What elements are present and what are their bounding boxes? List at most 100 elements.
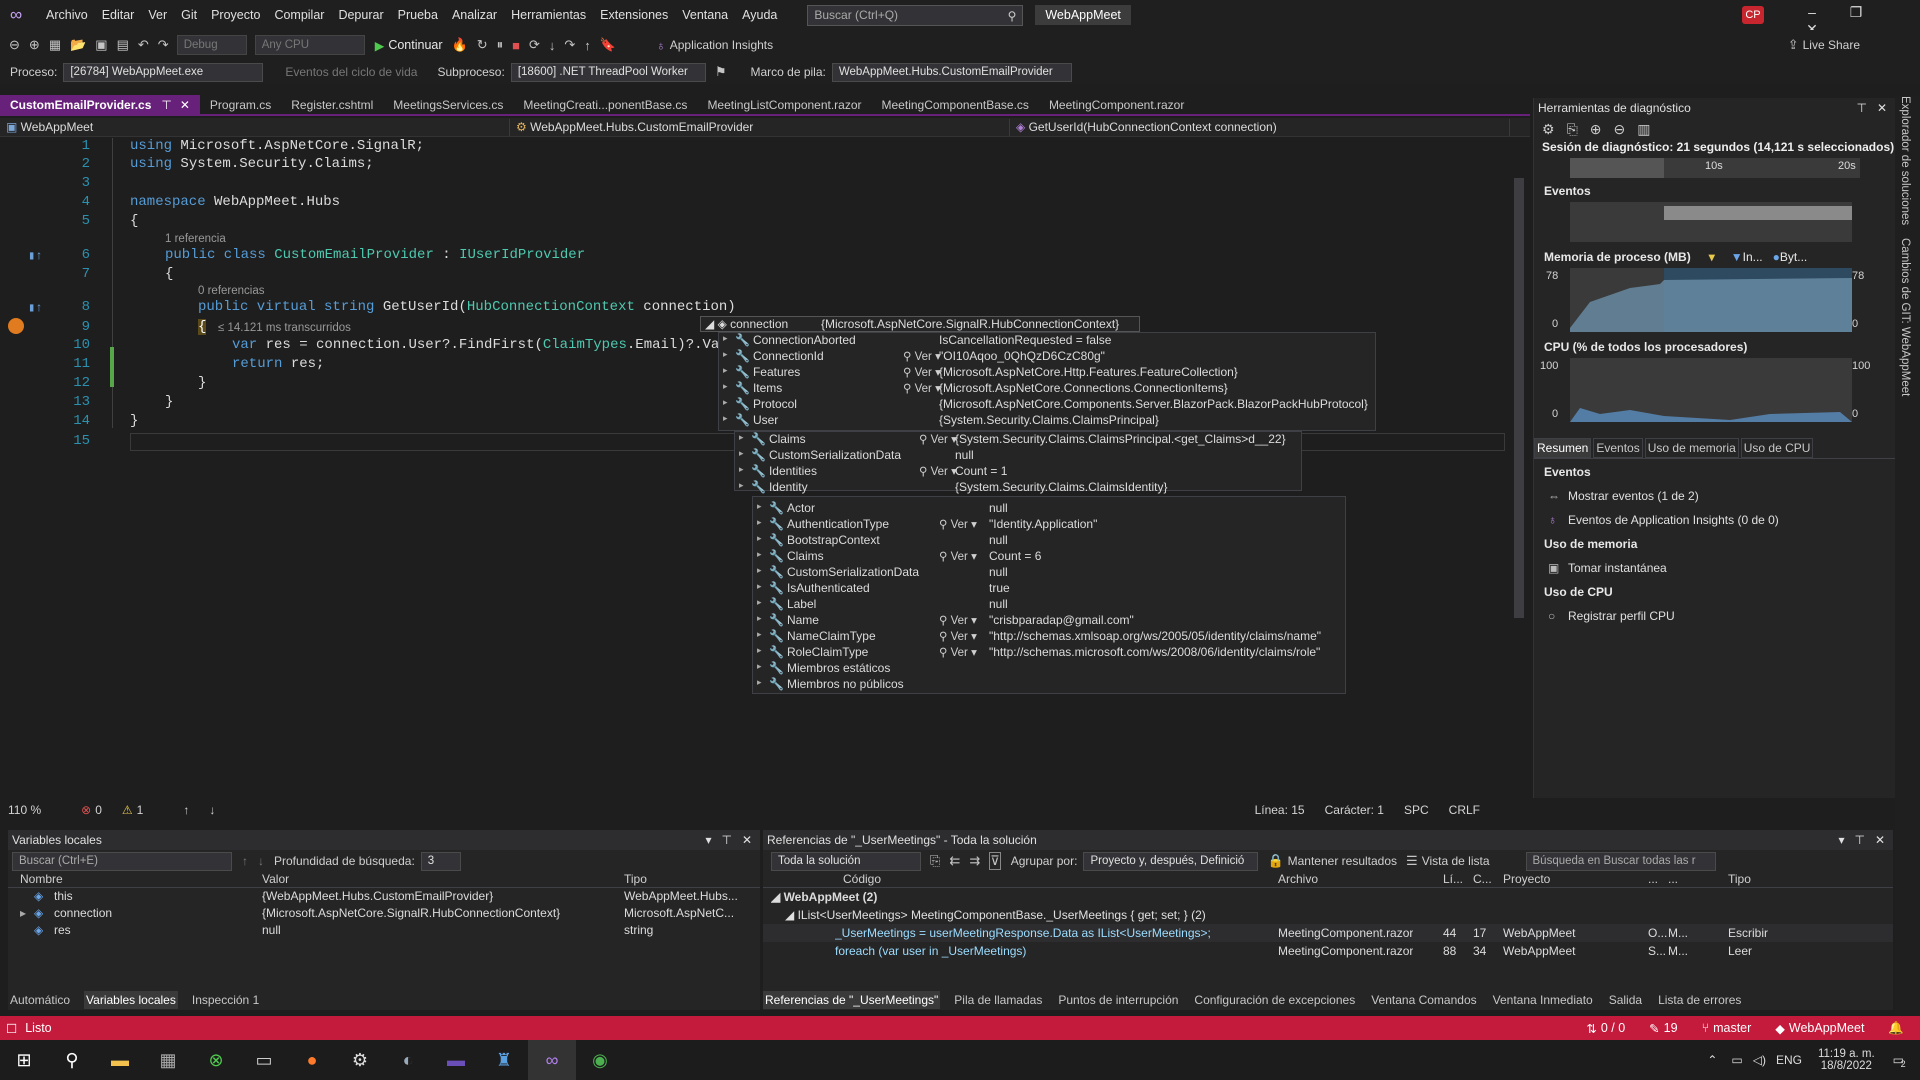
datatip-row[interactable]: ▸ 🔧 Name ⚲ Ver ▾ "crisbparadap@gmail.com" [753, 613, 1345, 629]
view-button[interactable]: ⚲ Ver ▾ [939, 645, 977, 659]
visual-studio-icon[interactable]: ∞ [528, 1040, 576, 1080]
document-tab[interactable]: Register.cshtml [281, 95, 383, 115]
take-snapshot-link[interactable]: ▣ Tomar instantánea [1534, 561, 1895, 575]
datatip-row[interactable]: ▸ 🔧 NameClaimType ⚲ Ver ▾ "http://schemas.xm… [753, 629, 1345, 645]
view-button[interactable]: ⚲ Ver ▾ [939, 613, 977, 627]
app-icon[interactable]: ▬ [432, 1040, 480, 1080]
app-icon[interactable]: ◐ [384, 1040, 432, 1080]
view-button[interactable]: ⚲ Ver ▾ [939, 517, 977, 531]
locals-search-input[interactable]: Buscar (Ctrl+E) [12, 851, 232, 871]
error-count[interactable]: 0 [95, 803, 102, 817]
group-by-dropdown[interactable]: Proyecto y, después, Definició [1083, 851, 1259, 871]
datatip-row[interactable]: ▸ 🔧 RoleClaimType ⚲ Ver ▾ "http://schemas.mi… [753, 645, 1345, 661]
datatip-row[interactable]: ▸ 🔧 Protocol {Microsoft.AspNetCore.Componen… [719, 397, 1375, 413]
pin-icon[interactable]: ⊤ [161, 98, 171, 112]
view-button[interactable]: ⚲ Ver ▾ [903, 349, 941, 363]
lifecycle-events-button[interactable]: Eventos del ciclo de vida [285, 65, 417, 79]
save-icon[interactable]: ▣ [95, 37, 107, 53]
search-icon[interactable]: ⚲ [48, 1040, 96, 1080]
type-dropdown[interactable]: ⚙ WebAppMeet.Hubs.CustomEmailProvider [510, 118, 1010, 136]
close-icon[interactable]: ✕ [742, 830, 752, 850]
codelens-icon[interactable]: ▮↑ [28, 300, 42, 315]
bottom-tab[interactable]: Lista de errores [1656, 991, 1743, 1009]
edit-count[interactable]: 19 [1664, 1021, 1678, 1035]
expand-icon[interactable]: ▸ [757, 645, 762, 656]
next-location-icon[interactable]: ⇉ [969, 853, 980, 869]
bottom-tab[interactable]: Ventana Inmediato [1491, 991, 1595, 1009]
pin-icon[interactable]: ⊤ [1854, 830, 1864, 850]
refresh-icon[interactable]: ↻ [477, 37, 488, 53]
terminal-icon[interactable]: ▭ [240, 1040, 288, 1080]
datatip-row[interactable]: ▸ 🔧 User {System.Security.Claims.ClaimsPrin… [719, 413, 1375, 429]
start-icon[interactable]: ⊞ [0, 1040, 48, 1080]
menu-item-analizar[interactable]: Analizar [452, 8, 497, 22]
settings-icon[interactable]: ⚙ [1542, 121, 1555, 138]
datatip-row[interactable]: ▸ 🔧 Claims ⚲ Ver ▾ Count = 6 [753, 549, 1345, 565]
expand-icon[interactable]: ▸ [723, 333, 728, 344]
tray-up-icon[interactable]: ⌃ [1707, 1053, 1717, 1067]
bottom-tab[interactable]: Inspección 1 [190, 991, 261, 1009]
expand-icon[interactable]: ▸ [757, 677, 762, 688]
file-explorer-icon[interactable]: ▬ [96, 1040, 144, 1080]
expand-icon[interactable]: ▸ [723, 397, 728, 408]
pin-icon[interactable]: ⊤ [721, 830, 731, 850]
view-button[interactable]: ⚲ Ver ▾ [919, 432, 957, 446]
repo-name[interactable]: WebAppMeet [1789, 1021, 1865, 1035]
codelens-references[interactable]: 1 referencia [165, 233, 226, 245]
save-all-icon[interactable]: ▤ [117, 37, 129, 53]
expand-icon[interactable]: ▸ [757, 597, 762, 608]
stack-frame-dropdown[interactable]: WebAppMeet.Hubs.CustomEmailProvider [831, 62, 1072, 82]
expand-icon[interactable]: ▸ [757, 501, 762, 512]
locals-row[interactable]: ▸ ◈ connection {Microsoft.AspNetCore.Signal… [8, 905, 760, 922]
col-value[interactable]: Valor [262, 872, 289, 886]
refs-col[interactable]: Tipo [1728, 872, 1751, 886]
xbox-icon[interactable]: ⊗ [192, 1040, 240, 1080]
datatip-row[interactable]: ▸ 🔧 Identities ⚲ Ver ▾ Count = 1 [735, 464, 1301, 480]
scope-dropdown[interactable]: Toda la solución [771, 851, 921, 871]
bottom-tab[interactable]: Automático [8, 991, 72, 1009]
search-input[interactable]: Buscar (Ctrl+Q) ⚲ [807, 4, 1024, 26]
zoom-level[interactable]: 110 % [8, 803, 41, 817]
reference-row[interactable]: foreach (var user in _UserMeetings) Meeti… [763, 942, 1893, 960]
document-tab[interactable]: MeetingComponent.razor [1039, 95, 1194, 115]
network-icon[interactable]: ▭ [1731, 1053, 1742, 1067]
view-button[interactable]: ⚲ Ver ▾ [939, 629, 977, 643]
refs-col[interactable]: Código [843, 872, 881, 886]
dropdown-icon[interactable]: ▾ [705, 830, 711, 850]
line-ending-indicator[interactable]: CRLF [1449, 803, 1480, 817]
expand-icon[interactable]: ▸ [739, 432, 744, 443]
expand-icon[interactable]: ▸ [739, 448, 744, 459]
bottom-tab[interactable]: Salida [1607, 991, 1644, 1009]
volume-icon[interactable]: ◁) [1753, 1053, 1766, 1067]
view-button[interactable]: ⚲ Ver ▾ [919, 464, 957, 478]
reference-row[interactable]: _UserMeetings = userMeetingResponse.Data… [763, 924, 1893, 942]
zoom-out-icon[interactable]: ⊖ [1614, 121, 1626, 138]
locals-row[interactable]: ◈ res null string [8, 922, 760, 939]
expand-icon[interactable]: ▸ [757, 533, 762, 544]
diag-tab[interactable]: Resumen [1534, 438, 1592, 458]
notification-center-icon[interactable]: ▭ 2 [1893, 1053, 1906, 1069]
menu-item-git[interactable]: Git [181, 8, 197, 22]
menu-item-herramientas[interactable]: Herramientas [511, 8, 586, 22]
datatip-row[interactable]: ▸ 🔧 Miembros no públicos [753, 677, 1345, 693]
expand-icon[interactable]: ▸ [723, 349, 728, 360]
menu-item-proyecto[interactable]: Proyecto [211, 8, 260, 22]
diag-tab[interactable]: Eventos [1593, 438, 1643, 458]
language-indicator[interactable]: ENG [1776, 1053, 1802, 1067]
clock[interactable]: 11:19 a. m. 18/8/2022 [1818, 1048, 1875, 1072]
forward-icon[interactable]: ⊕ [29, 37, 40, 53]
user-avatar[interactable]: CP [1742, 6, 1764, 24]
settings-icon[interactable]: ⚙ [336, 1040, 384, 1080]
record-cpu-link[interactable]: ○ Registrar perfil CPU [1534, 609, 1895, 623]
search-down-icon[interactable]: ↓ [258, 854, 264, 868]
codelens-icon[interactable]: ▮↑ [28, 248, 42, 263]
git-changes-tab[interactable]: Cambios de GIT: WebAppMeet [1899, 238, 1911, 396]
nav-up-icon[interactable]: ↑ [183, 803, 189, 817]
datatip-row[interactable]: ▸ 🔧 Features ⚲ Ver ▾ {Microsoft.AspNetCore.H… [719, 365, 1375, 381]
col-name[interactable]: Nombre [20, 872, 63, 886]
exception-helper-icon[interactable] [8, 318, 24, 334]
filter-icon[interactable]: ⊽ [989, 852, 1001, 870]
scroll-thumb[interactable] [1514, 178, 1524, 618]
menu-item-compilar[interactable]: Compilar [274, 8, 324, 22]
menu-item-ayuda[interactable]: Ayuda [742, 8, 777, 22]
